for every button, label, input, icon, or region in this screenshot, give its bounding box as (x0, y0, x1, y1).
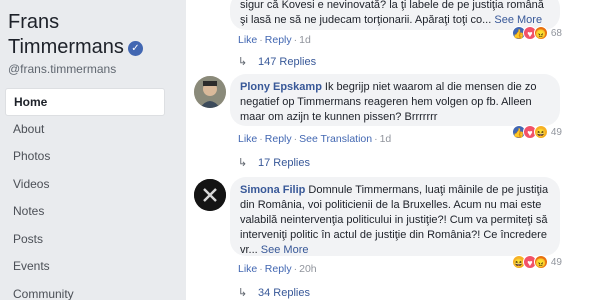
comment-author[interactable]: Plony Epskamp (240, 81, 322, 93)
page-sidebar: Frans Timmermans ✓ @frans.timmermans Home… (0, 0, 172, 300)
sidebar-nav: Home About Photos Videos Notes Posts Eve… (5, 88, 165, 300)
comment-author[interactable]: Simona Filip (240, 184, 305, 196)
comment-bubble: Plony Epskamp Ik begrijp niet waarom al d… (230, 74, 560, 126)
avatar[interactable] (194, 179, 226, 211)
replies-count[interactable]: 17 Replies (258, 157, 310, 169)
see-more-link[interactable]: See More (261, 244, 309, 256)
reply-button[interactable]: Reply (265, 133, 292, 145)
page-handle[interactable]: @frans.timmermans (8, 62, 116, 76)
reaction-count: 68 (550, 27, 562, 39)
replies-count[interactable]: 34 Replies (258, 287, 310, 299)
sidebar-item-about[interactable]: About (5, 116, 165, 144)
replies-count[interactable]: 147 Replies (258, 56, 316, 68)
like-button[interactable]: Like (238, 263, 257, 275)
reply-arrow-icon: ↳ (238, 287, 248, 299)
sidebar-item-community[interactable]: Community (5, 281, 165, 300)
sidebar-item-events[interactable]: Events (5, 253, 165, 281)
reaction-summary[interactable]: 😆 ♥ 😠 49 (511, 255, 562, 269)
page-name-text[interactable]: Frans Timmermans (8, 11, 124, 58)
comment-actions: Like · Reply · 1d (238, 34, 311, 46)
sidebar-item-videos[interactable]: Videos (5, 171, 165, 199)
comment-timestamp[interactable]: 1d (380, 133, 392, 145)
comment-timestamp[interactable]: 1d (299, 34, 311, 46)
check-badge-icon: ✓ (127, 41, 143, 56)
view-replies-link[interactable]: ↳ 17 Replies (238, 156, 310, 169)
view-replies-link[interactable]: ↳ 147 Replies (238, 55, 316, 68)
reply-button[interactable]: Reply (265, 263, 292, 275)
view-replies-link[interactable]: ↳ 34 Replies (238, 286, 310, 299)
sidebar-item-photos[interactable]: Photos (5, 143, 165, 171)
comment-bubble: Simona Filip Domnule Timmermans, luaţi mâ… (230, 177, 560, 256)
angry-reaction-icon: 😠 (533, 255, 548, 269)
reaction-count: 49 (550, 256, 562, 268)
sidebar-item-notes[interactable]: Notes (5, 198, 165, 226)
reply-arrow-icon: ↳ (238, 56, 248, 68)
comments-panel: sigur că Kovesi e nevinovată? la ţi labe… (186, 0, 600, 300)
like-button[interactable]: Like (238, 34, 257, 46)
angry-reaction-icon: 😠 (533, 26, 548, 40)
comment-timestamp[interactable]: 20h (299, 263, 317, 275)
like-button[interactable]: Like (238, 133, 257, 145)
reaction-summary[interactable]: 👍 ♥ 😆 49 (511, 125, 562, 139)
see-translation-button[interactable]: See Translation (299, 133, 372, 145)
comment-bubble: sigur că Kovesi e nevinovată? la ţi labe… (230, 0, 560, 30)
reaction-summary[interactable]: 👍 ♥ 😠 68 (511, 26, 562, 40)
reaction-count: 49 (550, 126, 562, 138)
haha-reaction-icon: 😆 (533, 125, 548, 139)
sidebar-item-home[interactable]: Home (5, 88, 165, 116)
avatar[interactable] (194, 76, 226, 108)
comment-actions: Like · Reply · 20h (238, 263, 317, 275)
see-more-link[interactable]: See More (494, 14, 542, 26)
page-title[interactable]: Frans Timmermans ✓ (8, 10, 168, 60)
comment-actions: Like · Reply · See Translation · 1d (238, 133, 392, 145)
sidebar-item-posts[interactable]: Posts (5, 226, 165, 254)
reply-arrow-icon: ↳ (238, 157, 248, 169)
profile-photo-icon (194, 179, 226, 211)
profile-photo-icon (194, 76, 226, 108)
reply-button[interactable]: Reply (265, 34, 292, 46)
